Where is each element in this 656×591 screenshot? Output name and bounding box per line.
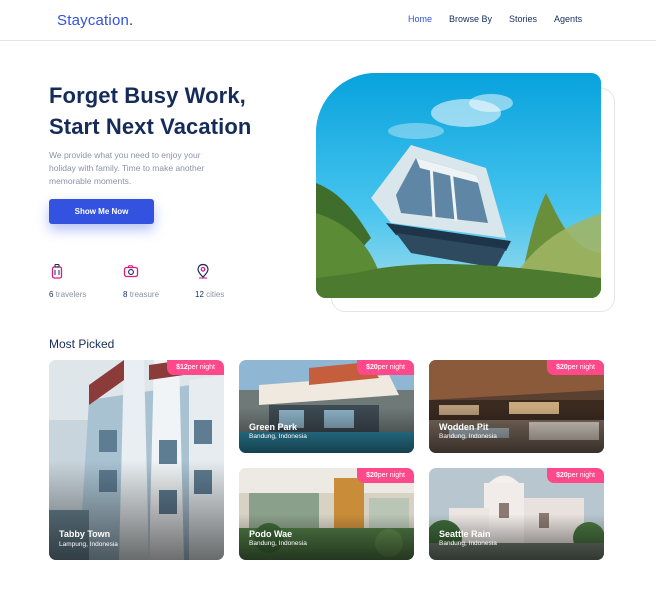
card-name: Green Park <box>249 422 298 432</box>
card-name: Tabby Town <box>59 529 111 539</box>
stat-cities-value: 12 <box>195 290 204 299</box>
price-unit: per night <box>187 364 215 371</box>
price-unit: per night <box>377 472 405 479</box>
nav-link-browse-by[interactable]: Browse By <box>449 14 492 24</box>
card-name: Seattle Rain <box>439 529 491 539</box>
most-picked-card-podo-wae[interactable]: $20per night Podo Wae Bandung, Indonesia <box>239 468 414 560</box>
brand-name: Staycation <box>57 12 130 29</box>
price-unit: per night <box>567 472 595 479</box>
brand-logo[interactable]: Staycation. <box>57 12 133 29</box>
card-location: Bandung, Indonesia <box>439 433 497 440</box>
nav-link-agents[interactable]: Agents <box>554 14 582 24</box>
camera-icon <box>123 263 145 285</box>
stat-travelers-label: travelers <box>55 290 87 299</box>
card-location: Bandung, Indonesia <box>249 433 307 440</box>
card-location: Bandung, Indonesia <box>439 540 497 547</box>
hero-image <box>316 73 601 298</box>
stat-cities-label: cities <box>206 290 225 299</box>
most-picked-title: Most Picked <box>49 337 115 351</box>
most-picked-card-wodden-pit[interactable]: $20per night Wodden Pit Bandung, Indones… <box>429 360 604 453</box>
show-me-now-button[interactable]: Show Me Now <box>49 199 154 224</box>
hero-description: We provide what you need to enjoy your h… <box>49 150 205 186</box>
most-picked-card-green-park[interactable]: $20per night Green Park Bandung, Indones… <box>239 360 414 453</box>
nav-link-home[interactable]: Home <box>408 14 432 24</box>
suitcase-icon <box>49 263 71 285</box>
card-name: Wodden Pit <box>439 422 489 432</box>
price-value: $20 <box>556 472 568 479</box>
nav-links: Home Browse By Stories Agents <box>408 14 599 24</box>
hero-title-line-1: Forget Busy Work, <box>49 83 246 108</box>
price-badge: $20per night <box>547 360 604 375</box>
stat-cities: 12 cities <box>195 263 224 299</box>
price-value: $12 <box>176 364 188 371</box>
map-pin-icon <box>195 263 217 285</box>
hero-title-line-2: Start Next Vacation <box>49 114 252 139</box>
card-location: Lampung, Indonesia <box>59 541 118 548</box>
brand-dot: . <box>129 12 134 29</box>
price-badge: $20per night <box>547 468 604 483</box>
price-value: $20 <box>556 364 568 371</box>
stat-travelers-value: 6 <box>49 290 54 299</box>
price-value: $20 <box>366 472 378 479</box>
card-name: Podo Wae <box>249 529 293 539</box>
card-location: Bandung, Indonesia <box>249 540 307 547</box>
nav-link-stories[interactable]: Stories <box>509 14 537 24</box>
stat-treasure: 8 treasure <box>123 263 159 299</box>
price-value: $20 <box>366 364 378 371</box>
price-unit: per night <box>377 364 405 371</box>
price-unit: per night <box>567 364 595 371</box>
stat-treasure-value: 8 <box>123 290 128 299</box>
stat-treasure-label: treasure <box>129 290 160 299</box>
stat-travelers: 6 travelers <box>49 263 86 299</box>
price-badge: $20per night <box>357 360 414 375</box>
most-picked-card-tabby-town[interactable]: $12per night Tabby Town Lampung, Indones… <box>49 360 224 560</box>
price-badge: $20per night <box>357 468 414 483</box>
price-badge: $12per night <box>167 360 224 375</box>
top-nav: Staycation. Home Browse By Stories Agent… <box>0 0 656 41</box>
hero-title: Forget Busy Work, Start Next Vacation <box>49 80 309 142</box>
most-picked-card-seattle-rain[interactable]: $20per night Seattle Rain Bandung, Indon… <box>429 468 604 560</box>
